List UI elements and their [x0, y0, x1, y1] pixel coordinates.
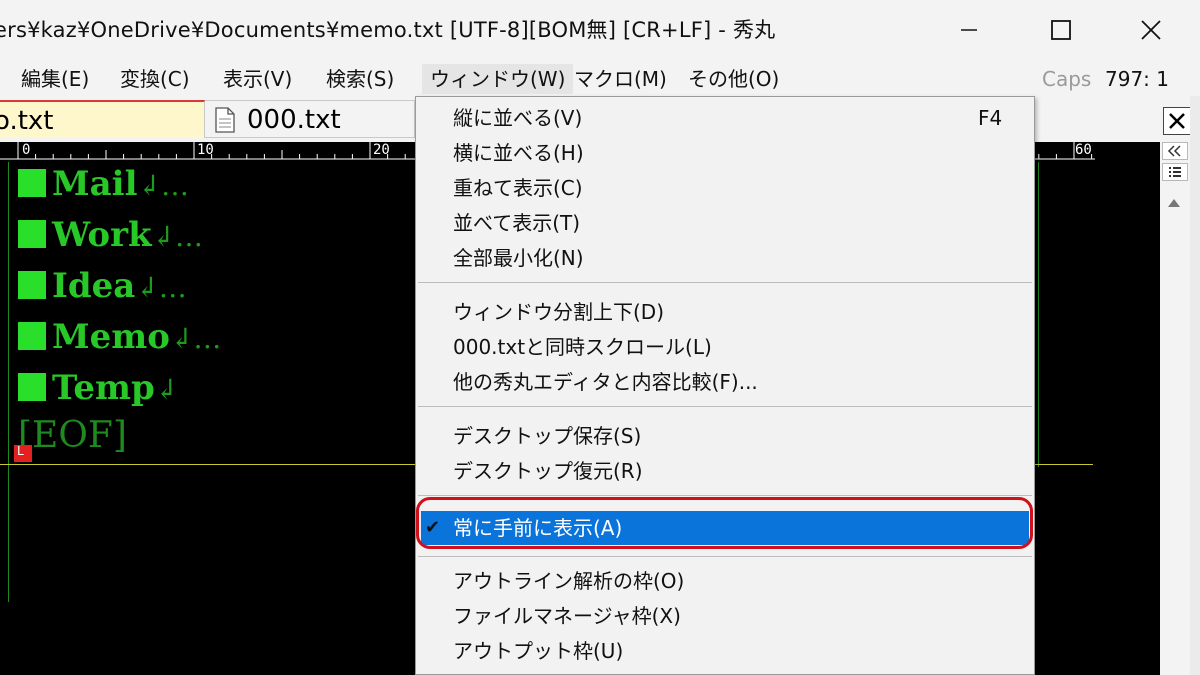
- menu-item-label: ファイルマネージャ枠(X): [453, 604, 681, 628]
- return-mark: ↲…: [151, 220, 204, 253]
- menu-item-sync-scroll[interactable]: 000.txtと同時スクロール(L): [416, 330, 1034, 364]
- minimize-button[interactable]: [923, 0, 1015, 60]
- eof-marker: [EOF]: [18, 415, 127, 456]
- menu-separator: [418, 406, 1032, 407]
- menu-item-label: 全部最小化(N): [453, 246, 584, 270]
- line-text: Idea: [52, 266, 136, 306]
- ruler-label: 20: [373, 142, 390, 158]
- square-mark: [18, 322, 46, 350]
- menu-item-output-pane[interactable]: アウトプット枠(U): [416, 634, 1034, 668]
- menu-item-file-manager-pane[interactable]: ファイルマネージャ枠(X): [416, 599, 1034, 633]
- menu-other[interactable]: その他(O): [684, 64, 783, 94]
- return-mark: ↲: [154, 373, 179, 406]
- menu-separator: [418, 495, 1032, 496]
- menu-item-label: 縦に並べる(V): [453, 106, 583, 130]
- menu-separator: [418, 556, 1032, 557]
- side-panel-strip: [1160, 142, 1190, 675]
- text-line: Temp↲: [18, 368, 178, 410]
- return-mark: ↲…: [169, 322, 222, 355]
- menu-item-label: アウトプット枠(U): [453, 639, 624, 663]
- square-mark: [18, 220, 46, 248]
- return-mark: ↲…: [137, 169, 189, 202]
- menu-item-restore-desktop[interactable]: デスクトップ復元(R): [416, 454, 1034, 488]
- maximize-button[interactable]: [1015, 0, 1107, 60]
- line-text: Temp: [52, 368, 155, 408]
- menu-bar: 編集(E) 変換(C) 表示(V) 検索(S) ウィンドウ(W) マクロ(M) …: [0, 60, 1200, 96]
- left-margin-line: [8, 162, 9, 602]
- square-mark: [18, 169, 46, 197]
- menu-convert[interactable]: 変換(C): [116, 64, 194, 94]
- line-text: Mail: [52, 164, 138, 204]
- text-line: Memo↲…: [18, 317, 221, 359]
- close-tab-button[interactable]: [1163, 107, 1191, 135]
- menu-item-split-window[interactable]: ウィンドウ分割上下(D): [416, 295, 1034, 329]
- tab-label: 000.txt: [247, 105, 341, 135]
- list-button[interactable]: [1162, 163, 1188, 181]
- maximize-icon: [1051, 20, 1071, 40]
- square-mark: [18, 373, 46, 401]
- caret-mark: L: [17, 444, 24, 458]
- menu-item-arrange[interactable]: 並べて表示(T): [416, 206, 1034, 240]
- list-icon: [1169, 167, 1181, 177]
- menu-item-save-desktop[interactable]: デスクトップ保存(S): [416, 419, 1034, 453]
- menu-view[interactable]: 表示(V): [219, 64, 296, 94]
- ruler-label: 10: [197, 142, 214, 158]
- tab-000-txt[interactable]: 000.txt: [205, 100, 415, 138]
- menu-item-label: 横に並べる(H): [453, 141, 584, 165]
- text-line: Mail↲…: [18, 164, 189, 206]
- window-title: ers¥kaz¥OneDrive¥Documents¥memo.txt [UTF…: [0, 18, 776, 42]
- menu-item-tile-vertical[interactable]: 縦に並べる(V) F4: [416, 101, 1034, 135]
- tab-memo-txt[interactable]: o.txt: [0, 100, 205, 138]
- square-mark: [18, 271, 46, 299]
- menu-search[interactable]: 検索(S): [322, 64, 398, 94]
- menu-item-tile-horizontal[interactable]: 横に並べる(H): [416, 136, 1034, 170]
- caret-indicator: L: [14, 444, 32, 462]
- return-mark: ↲…: [135, 271, 187, 304]
- menu-item-label: デスクトップ復元(R): [453, 459, 643, 483]
- menu-item-compare[interactable]: 他の秀丸エディタと内容比較(F)...: [416, 365, 1034, 399]
- line-text: Work: [52, 215, 152, 255]
- minimize-icon: [961, 29, 977, 31]
- wrap-guide-line: [1038, 162, 1039, 467]
- arrow-up-icon: [1168, 199, 1180, 207]
- cursor-position: 797: 1: [1105, 67, 1169, 91]
- title-bar[interactable]: ers¥kaz¥OneDrive¥Documents¥memo.txt [UTF…: [0, 0, 1200, 60]
- scroll-up-button[interactable]: [1166, 194, 1182, 213]
- menu-window[interactable]: ウィンドウ(W): [422, 64, 574, 94]
- close-button[interactable]: [1105, 0, 1197, 60]
- menu-item-outline-pane[interactable]: アウトライン解析の枠(O): [416, 564, 1034, 598]
- menu-item-label: 重ねて表示(C): [453, 176, 583, 200]
- close-icon: [1141, 20, 1161, 40]
- close-icon: [1169, 113, 1185, 129]
- tab-label: o.txt: [0, 106, 54, 136]
- menu-edit[interactable]: 編集(E): [17, 64, 93, 94]
- vertical-scrollbar[interactable]: [1190, 96, 1200, 675]
- double-chevron-left-icon: [1167, 145, 1181, 157]
- menu-item-minimize-all[interactable]: 全部最小化(N): [416, 241, 1034, 275]
- collapse-button[interactable]: [1162, 142, 1188, 160]
- text-line: Work↲…: [18, 215, 203, 257]
- menu-item-label: 並べて表示(T): [453, 211, 581, 235]
- ruler-label: 0: [22, 142, 31, 158]
- caps-indicator: Caps: [1042, 67, 1092, 91]
- menu-item-label: ウィンドウ分割上下(D): [453, 300, 665, 324]
- menu-item-label: アウトライン解析の枠(O): [453, 569, 685, 593]
- menu-item-label: 000.txtと同時スクロール(L): [453, 335, 712, 359]
- menu-macro[interactable]: マクロ(M): [570, 64, 671, 94]
- file-icon: [215, 107, 235, 133]
- text-line: Idea↲…: [18, 266, 187, 308]
- highlight-annotation: [416, 497, 1033, 549]
- ruler-label: 60: [1075, 142, 1092, 158]
- window-menu-dropdown: 縦に並べる(V) F4 横に並べる(H) 重ねて表示(C) 並べて表示(T) 全…: [415, 96, 1035, 675]
- menu-item-label: 他の秀丸エディタと内容比較(F)...: [453, 370, 758, 394]
- menu-item-label: デスクトップ保存(S): [453, 424, 642, 448]
- menu-item-cascade[interactable]: 重ねて表示(C): [416, 171, 1034, 205]
- menu-item-shortcut: F4: [978, 106, 1003, 130]
- menu-separator: [418, 282, 1032, 283]
- line-text: Memo: [52, 317, 170, 357]
